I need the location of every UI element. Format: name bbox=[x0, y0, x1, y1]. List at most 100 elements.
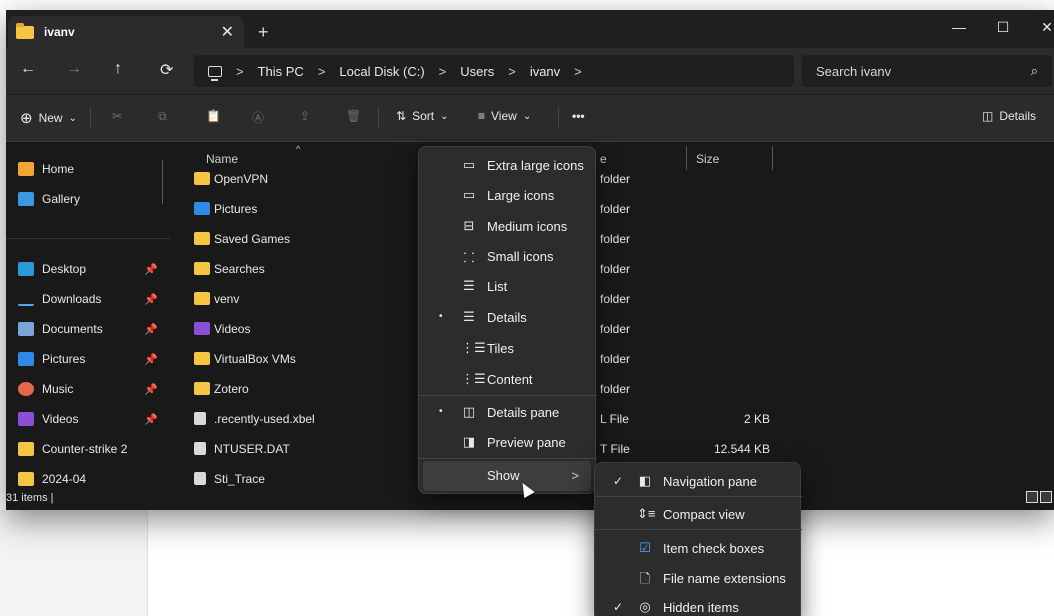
details-pane-icon: ◫ bbox=[462, 404, 476, 419]
menu-item-preview-pane[interactable]: ◨ Preview pane bbox=[423, 428, 591, 458]
sidebar-item-downloads[interactable]: Downloads 📌 bbox=[18, 288, 158, 310]
copy-icon[interactable]: ⧉ bbox=[158, 109, 167, 124]
view-button[interactable]: ≡ View ⌄ bbox=[478, 109, 531, 123]
new-button[interactable]: ⊕ New ⌄ bbox=[20, 109, 77, 127]
menu-item-compact-view[interactable]: ⇕≡ Compact view bbox=[599, 499, 795, 529]
sidebar-splitter[interactable] bbox=[162, 160, 163, 204]
menu-item-small-icons[interactable]: ⸬ Small icons bbox=[423, 242, 591, 272]
sidebar-item-gallery[interactable]: Gallery bbox=[18, 188, 158, 210]
sort-button[interactable]: ⇅ Sort ⌄ bbox=[396, 109, 448, 123]
menu-item-content[interactable]: ⋮☰ Content bbox=[423, 365, 591, 395]
menu-item-label: File name extensions bbox=[663, 571, 786, 586]
new-tab-button[interactable]: + bbox=[258, 22, 269, 43]
share-icon[interactable]: ⇪ bbox=[300, 109, 310, 123]
file-type: folder bbox=[600, 292, 631, 306]
sidebar-item-videos[interactable]: Videos 📌 bbox=[18, 408, 158, 430]
menu-item-extra-large-icons[interactable]: ▭ Extra large icons bbox=[423, 151, 591, 181]
divider bbox=[6, 238, 170, 239]
plus-circle-icon: ⊕ bbox=[20, 110, 33, 127]
breadcrumb[interactable]: > This PC > Local Disk (C:) > Users > iv… bbox=[194, 55, 794, 87]
menu-item-large-icons[interactable]: ▭ Large icons bbox=[423, 181, 591, 211]
file-type: folder bbox=[600, 322, 631, 336]
menu-item-hidden-items[interactable]: ✓ ◎ Hidden items bbox=[599, 592, 795, 616]
sidebar-item-music[interactable]: Music 📌 bbox=[18, 378, 158, 400]
menu-item-item-check-boxes[interactable]: ☑ Item check boxes bbox=[599, 533, 795, 563]
file-name: OpenVPN bbox=[214, 172, 269, 186]
details-pane-button[interactable]: ◫ Details bbox=[982, 109, 1036, 123]
delete-icon[interactable]: 🗑 bbox=[346, 109, 361, 123]
file-name: Videos bbox=[214, 322, 251, 336]
details-view-icon[interactable] bbox=[1026, 491, 1038, 503]
pin-icon[interactable]: 📌 bbox=[144, 293, 158, 306]
menu-item-file-name-extensions[interactable]: 🗋 File name extensions bbox=[599, 563, 795, 593]
cut-icon[interactable]: ✂ bbox=[112, 109, 122, 123]
back-button[interactable]: ← bbox=[20, 60, 36, 78]
pin-icon[interactable]: 📌 bbox=[144, 323, 158, 336]
menu-item-label: Details bbox=[487, 310, 527, 325]
sidebar-item-label: Videos bbox=[42, 412, 79, 426]
breadcrumb-ivanv[interactable]: ivanv bbox=[530, 64, 560, 79]
sidebar-item-label: Home bbox=[42, 162, 75, 176]
menu-item-medium-icons[interactable]: ⊟ Medium icons bbox=[423, 212, 591, 242]
maximize-button[interactable]: ☐ bbox=[980, 14, 1026, 40]
pin-icon[interactable]: 📌 bbox=[144, 263, 158, 276]
chevron-down-icon: ⌄ bbox=[440, 110, 449, 122]
sidebar-item-label: 2024-04 bbox=[42, 472, 87, 486]
menu-item-show[interactable]: Show > bbox=[423, 461, 591, 491]
close-button[interactable]: ✕ bbox=[1024, 14, 1054, 40]
menu-item-details[interactable]: • ☰ Details bbox=[423, 303, 591, 333]
breadcrumb-users[interactable]: Users bbox=[460, 64, 494, 79]
breadcrumb-local-disk[interactable]: Local Disk (C:) bbox=[339, 64, 424, 79]
sidebar-item-home[interactable]: Home bbox=[18, 158, 158, 180]
rename-icon[interactable]: Ⓐ bbox=[252, 109, 264, 126]
file-type: folder bbox=[600, 232, 631, 246]
file-type: L File bbox=[600, 412, 629, 426]
breadcrumb-separator[interactable]: > bbox=[508, 64, 516, 79]
videos-icon bbox=[18, 412, 34, 426]
search-icon[interactable]: ⌕ bbox=[1031, 63, 1038, 79]
breadcrumb-separator[interactable]: > bbox=[318, 64, 326, 79]
sidebar-item-label: Music bbox=[42, 382, 74, 396]
refresh-button[interactable]: ⟳ bbox=[160, 60, 173, 80]
menu-item-list[interactable]: ☰ List bbox=[423, 272, 591, 302]
sidebar-item-counter-strike-2[interactable]: Counter-strike 2 bbox=[18, 438, 158, 460]
forward-button[interactable]: → bbox=[66, 60, 82, 78]
breadcrumb-separator[interactable]: > bbox=[236, 64, 244, 79]
minimize-button[interactable]: — bbox=[936, 14, 982, 40]
pin-icon[interactable]: 📌 bbox=[144, 353, 158, 366]
menu-item-label: Hidden items bbox=[663, 600, 739, 615]
sidebar-item-pictures[interactable]: Pictures 📌 bbox=[18, 348, 158, 370]
home-icon bbox=[18, 162, 34, 176]
paste-icon[interactable]: 📋 bbox=[206, 109, 221, 123]
menu-item-details-pane[interactable]: • ◫ Details pane bbox=[423, 398, 591, 428]
up-button[interactable]: ↑ bbox=[114, 60, 122, 78]
folder-icon bbox=[194, 262, 210, 275]
menu-item-navigation-pane[interactable]: ✓ ◧ Navigation pane bbox=[599, 466, 795, 496]
breadcrumb-separator[interactable]: > bbox=[574, 64, 582, 79]
menu-item-label: List bbox=[487, 279, 508, 294]
tab-ivanv[interactable]: ivanv ✕ bbox=[8, 16, 244, 48]
breadcrumb-separator[interactable]: > bbox=[439, 64, 447, 79]
sidebar-item-desktop[interactable]: Desktop 📌 bbox=[18, 258, 158, 280]
navigation-pane-icon: ◧ bbox=[638, 473, 652, 488]
large-icons-icon: ▭ bbox=[462, 187, 476, 202]
computer-icon[interactable] bbox=[208, 65, 222, 81]
menu-item-tiles[interactable]: ⋮☰ Tiles bbox=[423, 334, 591, 364]
menu-divider bbox=[419, 458, 597, 459]
file-name: Sti_Trace bbox=[214, 472, 265, 486]
sort-icon: ⇅ bbox=[396, 109, 407, 123]
breadcrumb-this-pc[interactable]: This PC bbox=[258, 64, 304, 79]
pin-icon[interactable]: 📌 bbox=[144, 383, 158, 396]
pictures-icon bbox=[194, 202, 210, 215]
search-input[interactable] bbox=[816, 63, 1031, 79]
address-row: ← → ↑ ⟳ > This PC > Local Disk (C:) > Us… bbox=[6, 48, 1054, 94]
search-box[interactable]: ⌕ bbox=[802, 55, 1052, 87]
selected-bullet-icon: • bbox=[439, 311, 443, 322]
tab-close-icon[interactable]: ✕ bbox=[221, 22, 234, 42]
details-icon: ☰ bbox=[463, 309, 475, 324]
pin-icon[interactable]: 📌 bbox=[144, 413, 158, 426]
sidebar-item-documents[interactable]: Documents 📌 bbox=[18, 318, 158, 340]
tiles-view-icon[interactable] bbox=[1040, 491, 1052, 503]
more-options-button[interactable]: ••• bbox=[572, 109, 585, 123]
menu-divider bbox=[419, 395, 597, 396]
